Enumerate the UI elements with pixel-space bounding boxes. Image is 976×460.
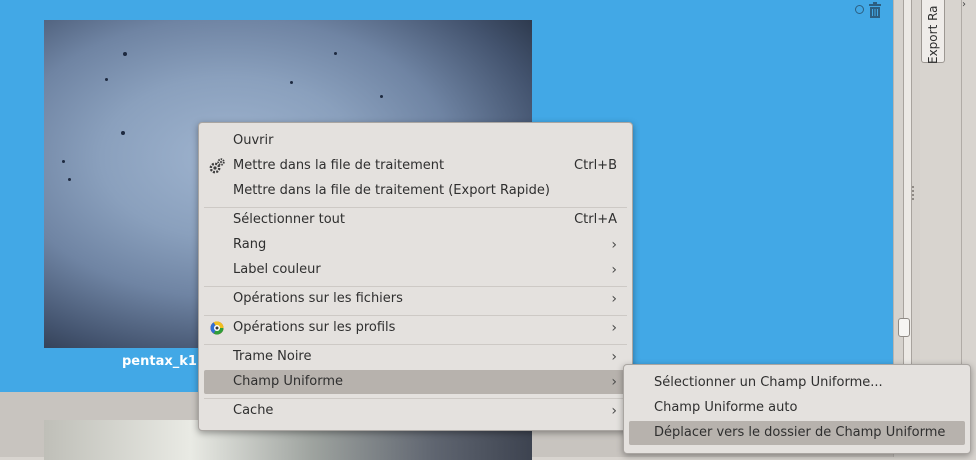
menu-item-label: Déplacer vers le dossier de Champ Unifor…	[654, 425, 946, 440]
menu-item-label: Sélectionner un Champ Uniforme...	[654, 375, 883, 390]
menu-item-label: Trame Noire	[233, 349, 312, 364]
menu-item-label: Champ Uniforme auto	[654, 400, 798, 415]
dust-spot	[68, 178, 71, 181]
menu-item-queue[interactable]: Mettre dans la file de traitement Ctrl+B	[204, 154, 627, 178]
tab-export-label: Export Ra	[926, 5, 940, 64]
submenu-item-move-to-flat-field-folder[interactable]: Déplacer vers le dossier de Champ Unifor…	[629, 421, 965, 445]
chevron-right-icon: ›	[611, 349, 617, 365]
menu-item-label: Opérations sur les fichiers	[233, 291, 403, 306]
splitter-handle[interactable]	[912, 186, 914, 200]
menu-item-label: Ouvrir	[233, 133, 274, 148]
menu-item-label: Champ Uniforme	[233, 374, 344, 389]
dust-spot	[121, 131, 125, 135]
menu-item-profile-operations[interactable]: Opérations sur les profils ›	[204, 316, 627, 340]
submenu-item-flat-field-auto[interactable]: Champ Uniforme auto	[629, 396, 965, 420]
thumbnail-caption: pentax_k1	[122, 354, 197, 369]
menu-item-queue-fast-export[interactable]: Mettre dans la file de traitement (Expor…	[204, 179, 627, 203]
menu-item-label: Label couleur	[233, 262, 321, 277]
menu-item-label: Cache	[233, 403, 274, 418]
dust-spot	[380, 95, 383, 98]
chevron-right-icon: ›	[611, 262, 617, 278]
chevron-right-icon: ›	[611, 237, 617, 253]
dust-spot	[123, 52, 127, 56]
menu-item-rank[interactable]: Rang ›	[204, 233, 627, 257]
dust-spot	[290, 81, 293, 84]
menu-item-label: Rang	[233, 237, 267, 252]
tab-export-rapide[interactable]: Export Ra	[921, 0, 945, 64]
flat-field-submenu: Sélectionner un Champ Uniforme... Champ …	[623, 364, 971, 454]
menu-item-file-operations[interactable]: Opérations sur les fichiers ›	[204, 287, 627, 311]
context-menu: Ouvrir Mettre dans la file de traitement…	[198, 122, 633, 431]
menu-item-label: Sélectionner tout	[233, 212, 346, 227]
menu-item-shortcut: Ctrl+B	[574, 158, 617, 173]
menu-item-cache[interactable]: Cache ›	[204, 399, 627, 423]
status-circle-icon	[855, 5, 864, 14]
color-wheel-icon	[210, 321, 224, 335]
menu-item-dark-frame[interactable]: Trame Noire ›	[204, 345, 627, 369]
panel-divider	[961, 0, 962, 400]
menu-item-label: Opérations sur les profils	[233, 320, 396, 335]
trash-icon[interactable]	[867, 1, 883, 19]
menu-item-flat-field[interactable]: Champ Uniforme ›	[204, 370, 627, 394]
submenu-item-select-flat-field[interactable]: Sélectionner un Champ Uniforme...	[629, 371, 965, 395]
dust-spot	[334, 52, 337, 55]
menu-item-select-all[interactable]: Sélectionner tout Ctrl+A	[204, 208, 627, 232]
menu-item-label: Mettre dans la file de traitement (Expor…	[233, 183, 550, 198]
gears-icon	[209, 158, 225, 174]
menu-item-shortcut: Ctrl+A	[574, 212, 617, 227]
chevron-right-icon: ›	[611, 403, 617, 419]
menu-item-label: Mettre dans la file de traitement	[233, 158, 445, 173]
chevron-right-icon[interactable]: ›	[962, 0, 976, 10]
chevron-right-icon: ›	[611, 374, 617, 390]
chevron-right-icon: ›	[611, 320, 617, 336]
dust-spot	[105, 78, 108, 81]
chevron-right-icon: ›	[611, 291, 617, 307]
menu-item-open[interactable]: Ouvrir	[204, 129, 627, 153]
menu-item-color-label[interactable]: Label couleur ›	[204, 258, 627, 282]
scrollbar-handle[interactable]	[898, 318, 910, 337]
dust-spot	[62, 160, 65, 163]
